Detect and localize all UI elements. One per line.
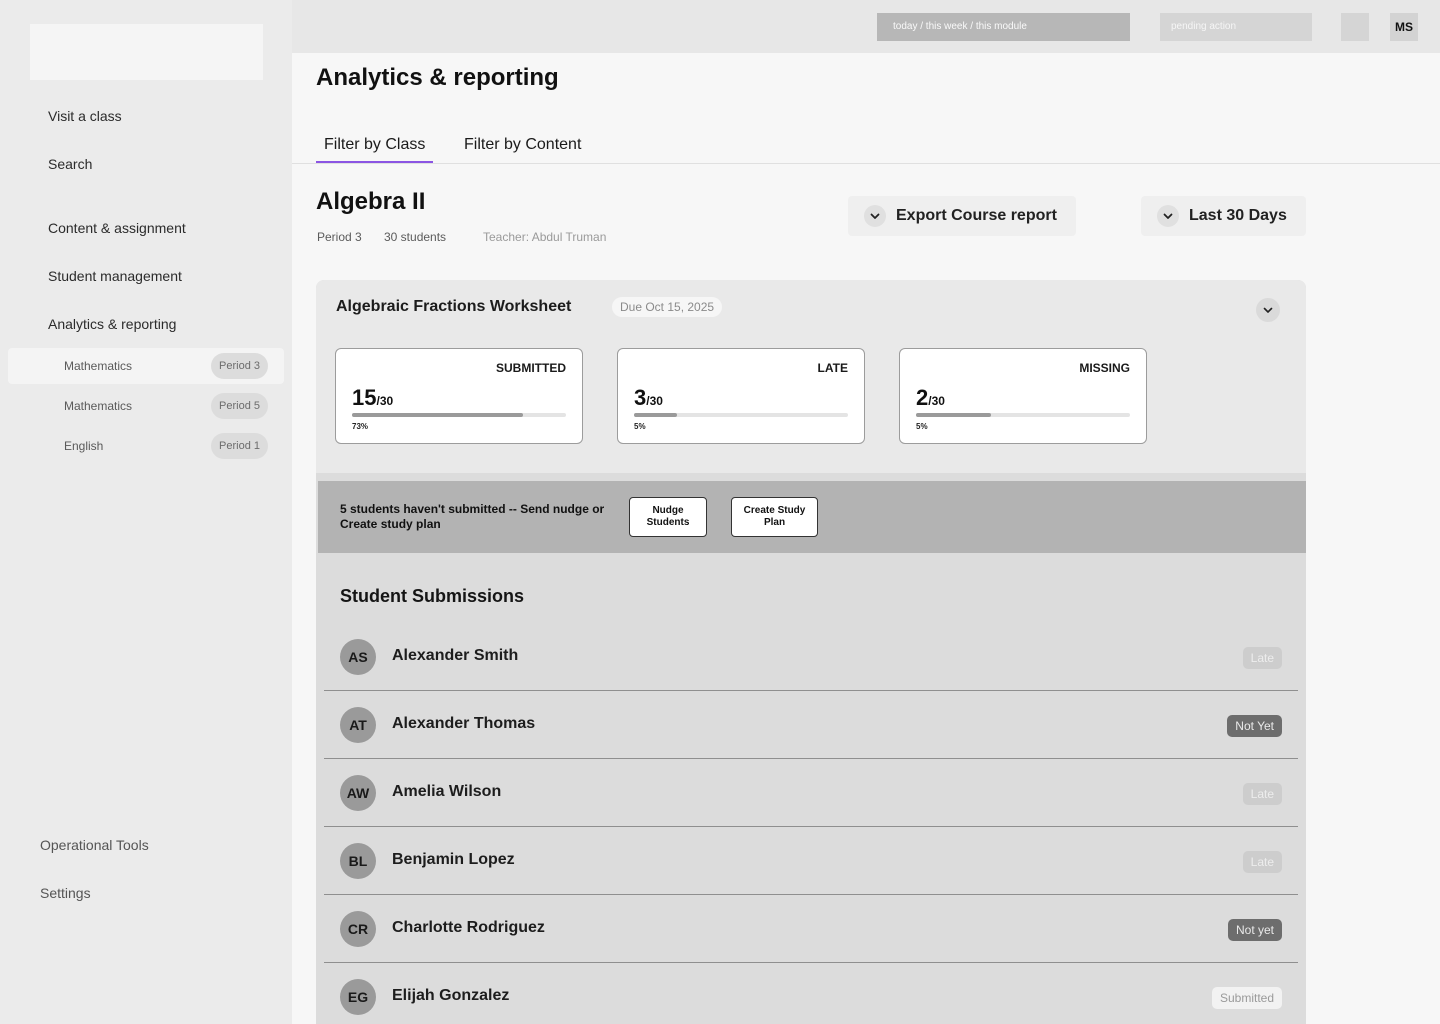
assignment-card: Algebraic Fractions Worksheet Due Oct 15… (316, 280, 1306, 1024)
student-submissions-title: Student Submissions (340, 586, 525, 606)
date-range-dropdown[interactable]: Last 30 Days (1141, 196, 1306, 236)
stat-value: 2/30 (916, 385, 945, 410)
stat-label: MISSING (1079, 361, 1130, 375)
student-name: Alexander Smith (392, 647, 519, 664)
status-badge: Late (1242, 783, 1282, 805)
student-name: Elijah Gonzalez (392, 987, 510, 1004)
alert-message: 5 students haven't submitted -- Send nud… (340, 502, 605, 531)
progress-track (634, 413, 848, 417)
stat-label: SUBMITTED (496, 361, 566, 375)
status-badge: Not Yet (1227, 715, 1282, 737)
progress-track (916, 413, 1130, 417)
class-item-mathematics-period-3[interactable]: Mathematics Period 3 (8, 348, 284, 384)
stat-percent: 5% (916, 422, 928, 431)
stat-percent: 5% (634, 422, 646, 431)
status-badge: Late (1242, 851, 1282, 873)
status-badge: Not yet (1227, 919, 1282, 941)
create-study-plan-button[interactable]: Create Study Plan (731, 497, 818, 537)
tab-divider (292, 163, 1440, 164)
chevron-down-icon (1157, 205, 1179, 227)
student-row[interactable]: EG Elijah Gonzalez Submitted (324, 963, 1298, 1024)
tab-filter-by-class[interactable]: Filter by Class (315, 136, 434, 164)
chevron-down-icon (1263, 307, 1273, 313)
class-item-mathematics-period-5[interactable]: Mathematics Period 5 (44, 390, 268, 422)
student-avatar: AW (340, 775, 376, 811)
status-badge: Late (1242, 647, 1282, 669)
logo-placeholder (30, 24, 263, 80)
export-course-report-button[interactable]: Export Course report (848, 196, 1076, 236)
due-date-badge: Due Oct 15, 2025 (612, 297, 723, 317)
stat-card-submitted: SUBMITTED 15/30 73% (335, 348, 583, 444)
period-badge: Period 5 (211, 393, 268, 419)
status-badge: Submitted (1211, 987, 1282, 1009)
collapse-button[interactable] (1256, 298, 1280, 322)
progress-fill (352, 413, 524, 417)
sidebar: Visit a class Search Content & assignmen… (0, 0, 292, 1024)
student-name: Alexander Thomas (392, 715, 536, 732)
nudge-students-button[interactable]: Nudge Students (629, 497, 707, 537)
stat-value: 15/30 (352, 385, 394, 410)
assignment-title: Algebraic Fractions Worksheet (336, 298, 572, 315)
progress-track (352, 413, 566, 417)
tab-filter-by-content[interactable]: Filter by Content (464, 136, 581, 164)
student-row[interactable]: CR Charlotte Rodriguez Not yet (324, 895, 1298, 963)
student-avatar: AS (340, 639, 376, 675)
student-avatar: BL (340, 843, 376, 879)
nav-visit-a-class[interactable]: Visit a class (48, 108, 122, 124)
period-badge: Period 1 (211, 433, 268, 459)
student-row[interactable]: AS Alexander Smith Late (324, 623, 1298, 691)
period-badge: Period 3 (211, 353, 268, 379)
student-row[interactable]: AT Alexander Thomas Not Yet (324, 691, 1298, 759)
student-name: Amelia Wilson (392, 783, 502, 800)
class-item-english-period-1[interactable]: English Period 1 (44, 430, 268, 462)
stat-percent: 73% (352, 422, 369, 431)
student-row[interactable]: AW Amelia Wilson Late (324, 759, 1298, 827)
nav-operational-tools[interactable]: Operational Tools (40, 837, 149, 853)
class-label: Mathematics (64, 359, 133, 373)
class-label: English (64, 439, 104, 453)
class-student-count: 30 students (384, 230, 447, 244)
stat-value: 3/30 (634, 385, 663, 410)
student-name: Benjamin Lopez (392, 851, 515, 868)
assignment-card-header: Algebraic Fractions Worksheet Due Oct 15… (316, 280, 1306, 473)
class-teacher: Teacher: Abdul Truman (483, 230, 607, 244)
stat-card-late: LATE 3/30 5% (617, 348, 865, 444)
nav-search[interactable]: Search (48, 156, 92, 172)
nav-content-assignment[interactable]: Content & assignment (48, 220, 186, 236)
student-avatar: EG (340, 979, 376, 1015)
class-period: Period 3 (317, 230, 362, 244)
progress-fill (634, 413, 677, 417)
stat-label: LATE (817, 361, 848, 375)
notification-button[interactable] (1341, 13, 1369, 41)
nav-analytics-reporting[interactable]: Analytics & reporting (48, 316, 176, 332)
date-range-label: Last 30 Days (1189, 207, 1287, 224)
nav-settings[interactable]: Settings (40, 885, 91, 901)
class-title: Algebra II (316, 188, 426, 215)
page-title: Analytics & reporting (316, 64, 559, 91)
student-avatar: CR (340, 911, 376, 947)
student-name: Charlotte Rodriguez (392, 919, 545, 936)
student-row[interactable]: BL Benjamin Lopez Late (324, 827, 1298, 895)
pending-action-button[interactable]: pending action (1160, 13, 1312, 41)
class-label: Mathematics (64, 399, 133, 413)
top-bar: today / this week / this module pending … (292, 0, 1440, 53)
export-label: Export Course report (896, 207, 1057, 224)
user-avatar[interactable]: MS (1390, 13, 1418, 41)
nav-student-management[interactable]: Student management (48, 268, 182, 284)
submission-alert: 5 students haven't submitted -- Send nud… (318, 481, 1306, 553)
progress-fill (916, 413, 991, 417)
chevron-down-icon (864, 205, 886, 227)
student-avatar: AT (340, 707, 376, 743)
stat-card-missing: MISSING 2/30 5% (899, 348, 1147, 444)
time-scope-selector[interactable]: today / this week / this module (877, 13, 1130, 41)
